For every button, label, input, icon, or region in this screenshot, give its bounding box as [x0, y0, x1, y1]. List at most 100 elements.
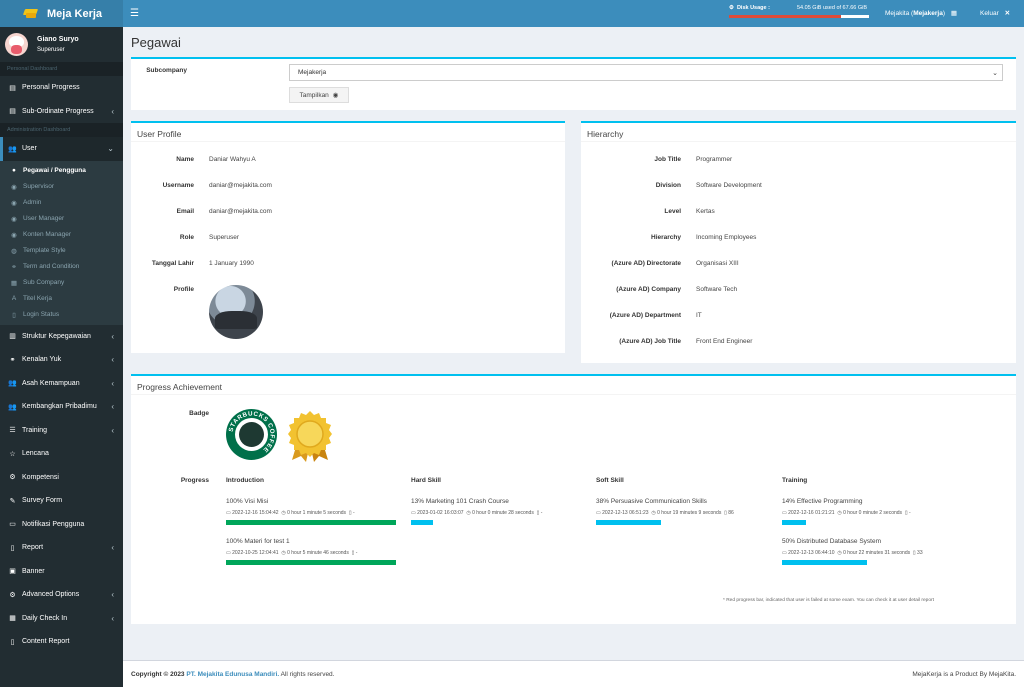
progress-item-meta: ▭ 2023-01-02 16:03:07 ◷ 0 hour 0 minute … — [411, 510, 542, 516]
field-label: Email — [176, 208, 194, 215]
disk-usage-bar-fill — [729, 15, 841, 18]
submenu-label: Titel Kerja — [23, 295, 53, 302]
clock-icon: ◷ — [281, 510, 286, 516]
sidebar-item-label: Banner — [22, 567, 45, 575]
submenu-item-user-manager[interactable]: ◉ User Manager — [0, 211, 123, 227]
monitor-icon: ▭ — [782, 550, 787, 556]
handshake-icon: ⚭ — [9, 356, 16, 364]
submenu-label: Login Status — [23, 311, 60, 318]
disk-usage-value: 54.05 GiB used of 67.66 GiB — [797, 5, 868, 11]
submenu-label: Pegawai / Pengguna — [23, 167, 86, 174]
show-button[interactable]: Tampilkan ◉ — [289, 87, 349, 103]
sidebar-item-kompetensi[interactable]: ⚙ Kompetensi — [0, 466, 123, 490]
progress-item-meta: ▭ 2022-12-16 01:21:21 ◷ 0 hour 0 minute … — [782, 510, 911, 516]
progress-item-title[interactable]: 100% Materi for test 1 — [226, 538, 290, 545]
field-value-birthdate: 1 January 1990 — [209, 260, 254, 267]
header-user-menu[interactable]: Mejakita (Mejakerja) ▦ — [885, 9, 957, 17]
progress-item-duration: 0 hour 0 minute 2 seconds — [843, 510, 903, 516]
submenu-item-titel-kerja[interactable]: A Titel Kerja — [0, 291, 123, 307]
monitor-icon: ▭ — [226, 550, 231, 556]
progress-column-title: Hard Skill — [411, 477, 441, 484]
submenu-item-sub-company[interactable]: ▦ Sub Company — [0, 275, 123, 291]
progress-item-date: 2023-01-02 16:03:07 — [417, 510, 464, 516]
sidebar-item-personal-progress[interactable]: ▤ Personal Progress — [0, 76, 123, 100]
sidebar-item-kenalan-yuk[interactable]: ⚭ Kenalan Yuk ‹ — [0, 348, 123, 372]
sidebar-item-daily-check-in[interactable]: ▦ Daily Check In ‹ — [0, 607, 123, 631]
progress-bar — [782, 520, 806, 525]
gold-medal-badge[interactable] — [286, 410, 334, 462]
sidebar-item-notifikasi[interactable]: ▭ Notifikasi Pengguna — [0, 513, 123, 537]
submenu-label: User Manager — [23, 215, 65, 222]
field-label: (Azure AD) Directorate — [611, 260, 681, 267]
progress-bar — [226, 520, 396, 525]
section-personal-dashboard: Personal Dashboard — [0, 62, 123, 76]
sidebar-item-survey-form[interactable]: ✎ Survey Form — [0, 489, 123, 513]
field-label: Level — [664, 208, 681, 215]
clock-icon: ◷ — [466, 510, 471, 516]
sidebar-item-kembangkan-pribadimu[interactable]: 👥 Kembangkan Pribadimu ‹ — [0, 395, 123, 419]
sidebar-item-lencana[interactable]: ☆ Lencana — [0, 442, 123, 466]
progress-item-meta: ▭ 2022-12-16 15:04:42 ◷ 0 hour 1 minute … — [226, 510, 355, 516]
field-label: (Azure AD) Company — [616, 286, 681, 293]
progress-item-title[interactable]: 14% Effective Programming — [782, 498, 862, 505]
monitor-icon: ▭ — [226, 510, 231, 516]
starbucks-badge[interactable]: STARBUCKS COFFEE — [226, 409, 277, 460]
submenu-item-term-condition[interactable]: ⚭ Term and Condition — [0, 259, 123, 275]
subcompany-select[interactable]: Mejakerja ⌄ — [289, 64, 1003, 81]
subcompany-label: Subcompany — [146, 67, 187, 74]
sidebar-item-struktur-kepegawaian[interactable]: ▥ Struktur Kepegawaian ‹ — [0, 325, 123, 349]
users-icon: 👥 — [8, 403, 17, 411]
submenu-item-login-status[interactable]: ▯ Login Status — [0, 307, 123, 323]
sidebar-item-content-report[interactable]: ▯ Content Report — [0, 630, 123, 654]
progress-column-title: Soft Skill — [596, 477, 624, 484]
footer-product: MejaKerja is a Product By MejaKita. — [912, 670, 1016, 678]
sidebar-item-asah-kemampuan[interactable]: 👥 Asah Kemampuan ‹ — [0, 372, 123, 396]
progress-item-duration: 0 hour 5 minute 46 seconds — [287, 550, 349, 556]
header-user-prefix: Mejakita ( — [885, 10, 914, 17]
submenu-label: Konten Manager — [23, 231, 72, 238]
field-value-level: Kertas — [696, 208, 715, 215]
badge-label: Badge — [189, 410, 209, 417]
profile-photo — [209, 285, 263, 339]
progress-item-title[interactable]: 50% Distributed Database System — [782, 538, 881, 545]
show-button-label: Tampilkan — [299, 91, 329, 99]
progress-item-count: - — [355, 550, 358, 556]
user-circle-icon: ◉ — [11, 231, 17, 239]
list-icon: ☰ — [9, 427, 16, 435]
sidebar-item-subordinate-progress[interactable]: ▤ Sub-Ordinate Progress ‹ — [0, 100, 123, 124]
sidebar-item-label: Personal Progress — [22, 84, 80, 92]
sidebar-item-label: Kenalan Yuk — [22, 356, 62, 364]
chevron-left-icon: ‹ — [111, 331, 114, 341]
chevron-left-icon: ‹ — [111, 355, 114, 365]
progress-item-title[interactable]: 13% Marketing 101 Crash Course — [411, 498, 509, 505]
sidebar-item-report[interactable]: ▯ Report ‹ — [0, 536, 123, 560]
submenu-item-pegawai[interactable]: ● Pegawai / Pengguna — [0, 163, 123, 179]
star-icon: ☆ — [9, 450, 16, 458]
field-value-company: Software Tech — [696, 286, 738, 293]
progress-item-count: - — [352, 510, 355, 516]
submenu-item-template-style[interactable]: ◍ Template Style — [0, 243, 123, 259]
sidebar-item-user[interactable]: 👥 User ⌄ — [0, 137, 123, 161]
progress-item-title[interactable]: 100% Visi Misi — [226, 498, 268, 505]
progress-item-meta: ▭ 2022-12-13 06:51:23 ◷ 0 hour 19 minute… — [596, 510, 734, 516]
submenu-item-konten-manager[interactable]: ◉ Konten Manager — [0, 227, 123, 243]
progress-item-title[interactable]: 38% Persuasive Communication Skills — [596, 498, 707, 505]
progress-bar — [411, 520, 433, 525]
sidebar-item-banner[interactable]: ▣ Banner — [0, 560, 123, 584]
progress-item-count: - — [540, 510, 543, 516]
brand[interactable]: Meja Kerja — [0, 0, 123, 27]
submenu-item-admin[interactable]: ◉ Admin — [0, 195, 123, 211]
hierarchy-box: Hierarchy Job Title Programmer Division … — [581, 121, 1016, 363]
sidebar-item-advanced-options[interactable]: ⚙ Advanced Options ‹ — [0, 583, 123, 607]
footer-company-link[interactable]: PT. Mejakita Edunusa Mandiri. — [186, 671, 279, 678]
sidebar-item-training[interactable]: ☰ Training ‹ — [0, 419, 123, 443]
clock-icon: ◷ — [651, 510, 656, 516]
monitor-icon: ▭ — [782, 510, 787, 516]
logout-button[interactable]: Keluar ✕ — [980, 9, 1010, 17]
menu-toggle-icon[interactable]: ☰ — [130, 8, 139, 19]
user-role: Superuser — [37, 47, 65, 53]
chevron-down-icon: ⌄ — [107, 144, 114, 154]
submenu-item-supervisor[interactable]: ◉ Supervisor — [0, 179, 123, 195]
submenu-label: Supervisor — [23, 183, 55, 190]
user-name: Giano Suryo — [37, 36, 79, 43]
